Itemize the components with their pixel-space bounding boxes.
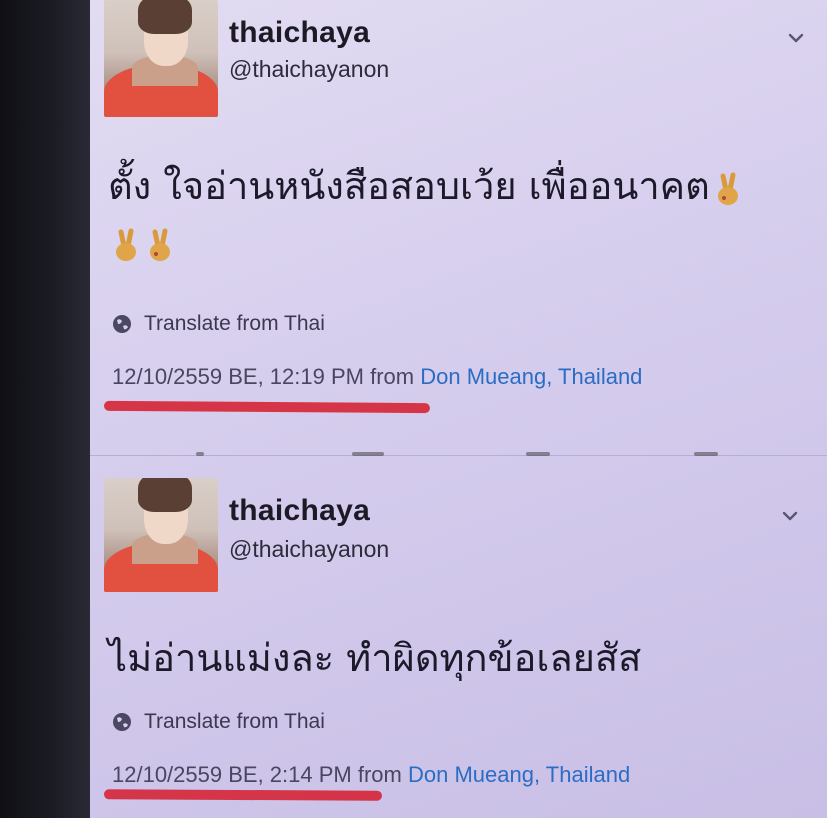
timestamp[interactable]: 12/10/2559 BE, 2:14 PM bbox=[112, 762, 352, 787]
location-link[interactable]: Don Mueang, Thailand bbox=[408, 762, 630, 787]
tweet-meta: 12/10/2559 BE, 2:14 PM from Don Mueang, … bbox=[112, 762, 630, 788]
chevron-down-icon[interactable] bbox=[786, 28, 806, 48]
avatar[interactable] bbox=[104, 478, 218, 592]
red-marker-underline bbox=[103, 400, 431, 414]
tweet-screen: thaichaya @thaichayanon ตั้ง ใจอ่านหนังส… bbox=[90, 0, 827, 818]
tweet-text: ตั้ง ใจอ่านหนังสือสอบเว้ย เพื่ออนาคต bbox=[108, 158, 788, 270]
globe-icon bbox=[113, 315, 131, 333]
tweet-card: thaichaya @thaichayanon ไม่อ่านแม่งละ ทำ… bbox=[90, 470, 827, 818]
from-label: from bbox=[357, 762, 402, 787]
action-bar-divider bbox=[90, 452, 827, 471]
translate-button[interactable]: Translate from Thai bbox=[112, 710, 325, 734]
translate-label: Translate from Thai bbox=[144, 710, 325, 733]
translate-button[interactable]: Translate from Thai bbox=[112, 312, 325, 336]
victory-hand-icon bbox=[116, 228, 136, 261]
tweet-body: ตั้ง ใจอ่านหนังสือสอบเว้ย เพื่ออนาคต bbox=[108, 164, 710, 208]
globe-icon bbox=[113, 713, 131, 731]
location-link[interactable]: Don Mueang, Thailand bbox=[420, 364, 642, 389]
tweet-body: ไม่อ่านแม่งละ ทำผิดทุกข้อเลยสัส bbox=[108, 636, 642, 680]
display-name[interactable]: thaichaya bbox=[229, 16, 370, 50]
display-name[interactable]: thaichaya bbox=[229, 494, 370, 528]
from-label: from bbox=[370, 364, 415, 389]
translate-label: Translate from Thai bbox=[144, 312, 325, 335]
avatar[interactable] bbox=[104, 0, 218, 117]
victory-hand-icon bbox=[150, 228, 170, 261]
victory-hand-icon bbox=[717, 172, 738, 205]
tweet-meta: 12/10/2559 BE, 12:19 PM from Don Mueang,… bbox=[112, 364, 642, 390]
user-handle[interactable]: @thaichayanon bbox=[229, 536, 389, 563]
user-handle[interactable]: @thaichayanon bbox=[229, 56, 389, 83]
tweet-text: ไม่อ่านแม่งละ ทำผิดทุกข้อเลยสัส bbox=[108, 630, 788, 686]
monitor-bezel bbox=[0, 0, 90, 818]
timestamp[interactable]: 12/10/2559 BE, 12:19 PM bbox=[112, 364, 364, 389]
chevron-down-icon[interactable] bbox=[780, 506, 800, 526]
tweet-card: thaichaya @thaichayanon ตั้ง ใจอ่านหนังส… bbox=[90, 0, 827, 455]
red-marker-underline bbox=[103, 789, 383, 801]
